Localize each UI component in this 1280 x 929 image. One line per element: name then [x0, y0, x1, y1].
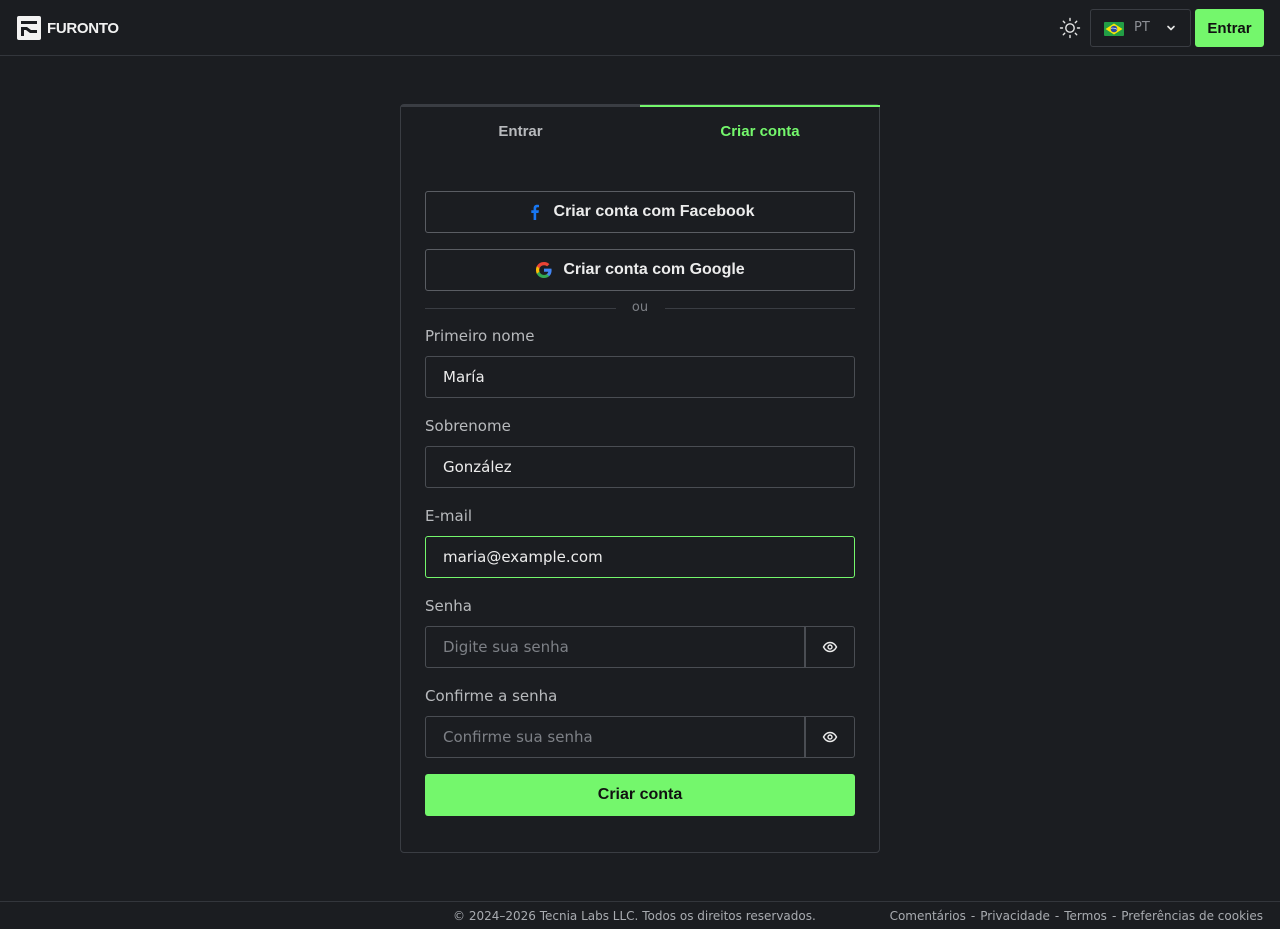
- create-account-button[interactable]: Criar conta: [425, 774, 855, 816]
- last-name-input[interactable]: [425, 446, 855, 488]
- sun-icon: [1059, 17, 1081, 39]
- footer-separator: -: [970, 909, 976, 923]
- brazil-flag-icon: [1104, 22, 1124, 36]
- facebook-signup-label: Criar conta com Facebook: [553, 203, 755, 220]
- last-name-label: Sobrenome: [425, 417, 511, 435]
- auth-card: Entrar Criar conta Criar conta com Faceb…: [400, 104, 880, 853]
- copyright-text: © 2024–2026 Tecnia Labs LLC. Todos os di…: [453, 909, 816, 923]
- email-label: E-mail: [425, 507, 473, 525]
- eye-icon: [822, 731, 838, 743]
- first-name-label: Primeiro nome: [425, 327, 535, 345]
- logo-icon: [17, 16, 41, 40]
- footer-link-comments[interactable]: Comentários: [890, 909, 966, 923]
- or-divider: ou: [425, 300, 855, 315]
- facebook-signup-button[interactable]: Criar conta com Facebook: [425, 191, 855, 233]
- footer-link-cookie-preferences[interactable]: Preferências de cookies: [1121, 909, 1263, 923]
- eye-icon: [822, 641, 838, 653]
- footer-separator: -: [1111, 909, 1117, 923]
- language-code: PT: [1134, 20, 1150, 35]
- footer-link-privacy[interactable]: Privacidade: [980, 909, 1050, 923]
- facebook-icon: [530, 204, 539, 220]
- footer: © 2024–2026 Tecnia Labs LLC. Todos os di…: [0, 901, 1280, 929]
- footer-separator: -: [1054, 909, 1060, 923]
- tab-login[interactable]: Entrar: [401, 105, 640, 155]
- password-input[interactable]: [425, 626, 805, 668]
- brand-name: FURONTO: [47, 19, 119, 37]
- google-signup-label: Criar conta com Google: [563, 261, 745, 278]
- header-login-button[interactable]: Entrar: [1195, 9, 1264, 47]
- email-input[interactable]: [425, 536, 855, 578]
- top-bar: FURONTO PT Entrar: [0, 0, 1280, 56]
- confirm-password-input[interactable]: [425, 716, 805, 758]
- language-select[interactable]: PT: [1090, 9, 1191, 47]
- footer-link-terms[interactable]: Termos: [1064, 909, 1107, 923]
- footer-links: Comentários - Privacidade - Termos - Pre…: [890, 909, 1263, 923]
- google-signup-button[interactable]: Criar conta com Google: [425, 249, 855, 291]
- chevron-down-icon: [1167, 25, 1175, 31]
- brand-logo[interactable]: FURONTO: [17, 16, 119, 40]
- toggle-confirm-visibility-button[interactable]: [805, 716, 855, 758]
- tab-signup[interactable]: Criar conta: [640, 105, 880, 155]
- theme-toggle-button[interactable]: [1058, 16, 1082, 40]
- first-name-input[interactable]: [425, 356, 855, 398]
- confirm-password-label: Confirme a senha: [425, 687, 558, 705]
- password-label: Senha: [425, 597, 472, 615]
- google-icon: [536, 262, 552, 278]
- toggle-password-visibility-button[interactable]: [805, 626, 855, 668]
